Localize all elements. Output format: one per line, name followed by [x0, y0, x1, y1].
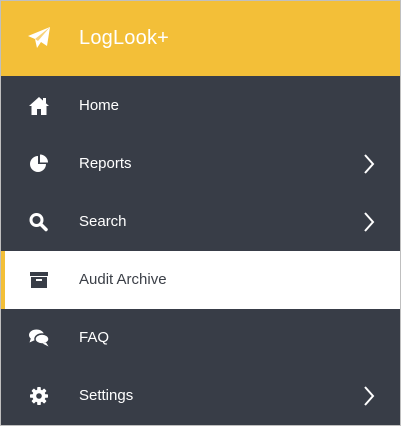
app-header[interactable]: LogLook+ — [1, 1, 400, 76]
paper-plane-icon — [28, 27, 50, 48]
sidebar-item-faq[interactable]: FAQ — [1, 309, 400, 367]
sidebar-item-label: Home — [79, 97, 120, 114]
chevron-right-icon[interactable] — [362, 153, 376, 175]
sidebar-nav: Home Reports Search Audit Archive FAQ Se… — [1, 77, 400, 425]
sidebar-item-audit-archive[interactable]: Audit Archive — [1, 251, 400, 309]
gear-icon — [30, 387, 48, 405]
app-title: LogLook+ — [79, 27, 170, 49]
sidebar-item-home[interactable]: Home — [1, 77, 400, 135]
sidebar-item-label: Audit Archive — [79, 271, 167, 288]
pie-chart-icon — [30, 154, 48, 172]
search-icon — [29, 213, 48, 232]
app-sidebar: LogLook+ Home Reports Search Audit Archi… — [0, 0, 401, 426]
sidebar-item-reports[interactable]: Reports — [1, 135, 400, 193]
chevron-right-icon[interactable] — [362, 211, 376, 233]
home-icon — [29, 97, 49, 115]
comments-icon — [29, 329, 50, 347]
sidebar-item-label: Reports — [79, 155, 132, 172]
sidebar-item-label: Settings — [79, 387, 134, 404]
sidebar-item-search[interactable]: Search — [1, 193, 400, 251]
chevron-right-icon[interactable] — [362, 385, 376, 407]
archive-icon — [30, 272, 48, 288]
sidebar-item-label: FAQ — [79, 329, 110, 346]
sidebar-item-label: Search — [79, 213, 127, 230]
sidebar-item-settings[interactable]: Settings — [1, 367, 400, 425]
